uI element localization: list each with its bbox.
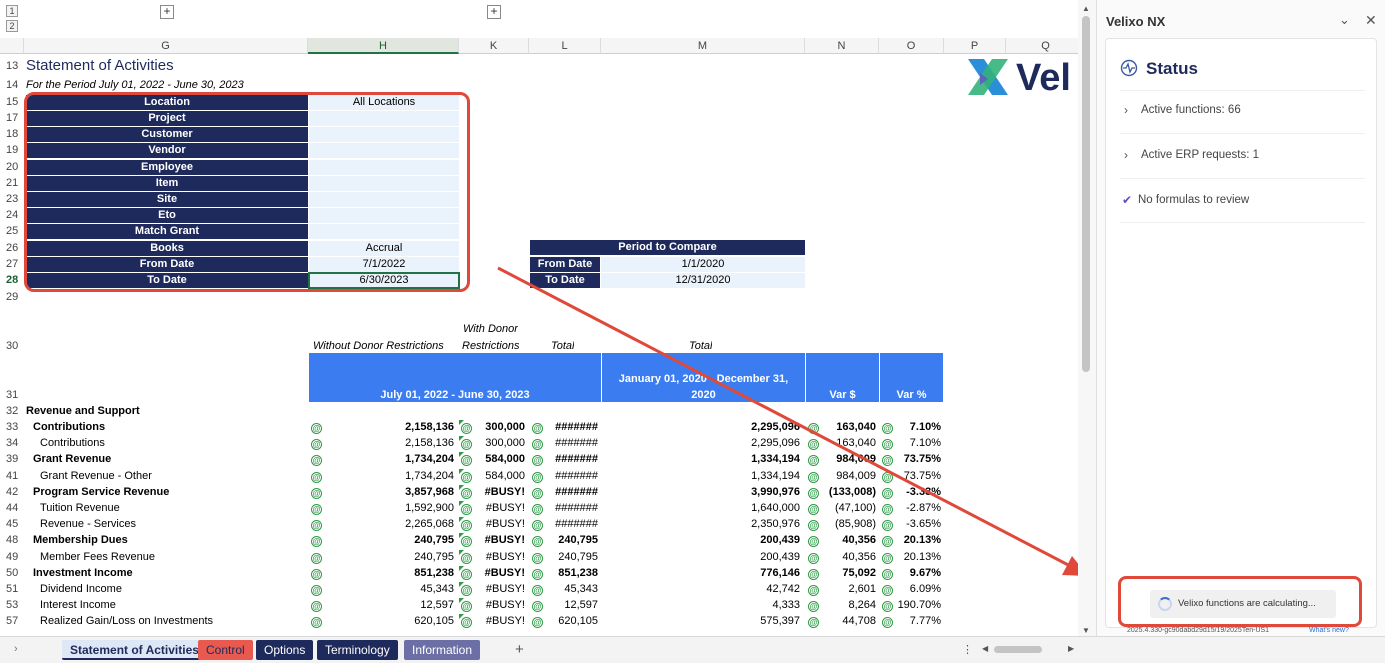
scroll-tabs-icon[interactable]: › xyxy=(14,643,18,655)
spreadsheet-grid[interactable]: 1 2 + + G H K L M N O P Q 13 Statement o… xyxy=(0,0,1078,636)
vertical-scrollbar[interactable]: ▲ ▼ xyxy=(1078,0,1096,636)
chevron-right-icon[interactable]: › xyxy=(1124,148,1128,162)
active-erp-item[interactable]: Active ERP requests: 1 xyxy=(1141,149,1259,161)
chevron-right-icon[interactable]: › xyxy=(1124,103,1128,117)
horizontal-scroll-thumb[interactable] xyxy=(994,646,1042,653)
sheet-tab[interactable]: Control xyxy=(198,640,253,660)
checkmark-icon: ✔ xyxy=(1122,193,1133,207)
sheet-tab[interactable]: Statement of Activities xyxy=(62,640,207,660)
scroll-up-icon[interactable]: ▲ xyxy=(1082,4,1090,13)
status-card: Status › Active functions: 66 › Active E… xyxy=(1105,38,1377,628)
active-functions-item[interactable]: Active functions: 66 xyxy=(1141,104,1241,116)
version-text: 2025.4.330-gc90dabd29d15/19/2025Ten-US1 xyxy=(1127,627,1270,634)
sheet-tab[interactable]: Terminology xyxy=(317,640,398,660)
sheet-tab[interactable]: Options xyxy=(256,640,314,660)
status-heading: Status xyxy=(1146,59,1198,78)
add-sheet-button[interactable]: + xyxy=(515,641,524,658)
whats-new-link[interactable]: What's new? xyxy=(1309,627,1349,634)
close-icon[interactable]: ✕ xyxy=(1365,12,1377,29)
scroll-left-icon[interactable]: ◀ xyxy=(982,644,988,653)
sheet-tab[interactable]: Information xyxy=(404,640,481,660)
no-formulas-item: No formulas to review xyxy=(1138,194,1250,206)
activity-icon xyxy=(1120,59,1138,77)
chevron-down-icon[interactable]: ⌄ xyxy=(1339,12,1350,28)
vertical-scroll-thumb[interactable] xyxy=(1082,16,1090,372)
annotation-highlight-box-2 xyxy=(1118,576,1362,627)
annotation-arrow xyxy=(497,266,1078,576)
scroll-down-icon[interactable]: ▼ xyxy=(1082,626,1090,635)
scroll-right-icon[interactable]: ▶ xyxy=(1068,644,1074,653)
pane-title: Velixo NX xyxy=(1106,14,1166,29)
more-options-icon[interactable]: ⋮ xyxy=(962,643,973,656)
